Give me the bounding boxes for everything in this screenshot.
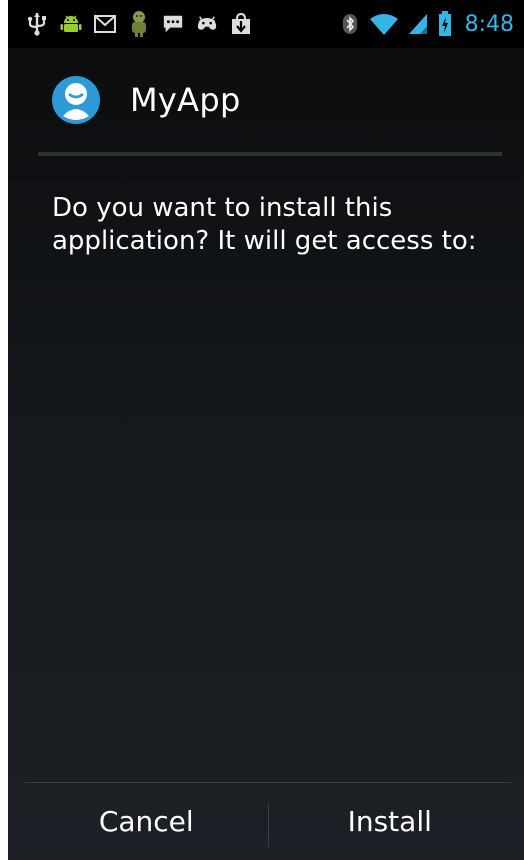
system-icons: 8:48	[339, 11, 524, 37]
battery-charging-icon	[437, 11, 453, 36]
title-divider	[38, 152, 502, 156]
app-name: MyApp	[130, 81, 241, 119]
button-bar: Cancel Install	[25, 782, 511, 860]
game-controller-icon	[196, 13, 218, 35]
gmail-icon	[94, 13, 116, 35]
android-icon	[60, 13, 82, 35]
app-face-icon	[52, 76, 100, 124]
install-button[interactable]: Install	[269, 783, 512, 860]
cancel-button[interactable]: Cancel	[25, 783, 268, 860]
download-icon	[230, 12, 252, 35]
status-bar: 8:48	[8, 0, 524, 48]
bluetooth-icon	[339, 13, 361, 35]
wifi-icon	[369, 13, 399, 35]
dialog-title: MyApp	[8, 48, 524, 152]
notification-icons	[8, 11, 252, 37]
usb-icon	[26, 13, 48, 36]
install-screen: 8:48 MyApp Do you want to install this a…	[8, 0, 524, 860]
clock: 8:48	[464, 11, 514, 37]
signal-icon	[407, 13, 429, 35]
install-message: Do you want to install this application?…	[52, 193, 477, 256]
android-alt-icon	[128, 11, 150, 37]
chat-icon	[162, 13, 184, 35]
